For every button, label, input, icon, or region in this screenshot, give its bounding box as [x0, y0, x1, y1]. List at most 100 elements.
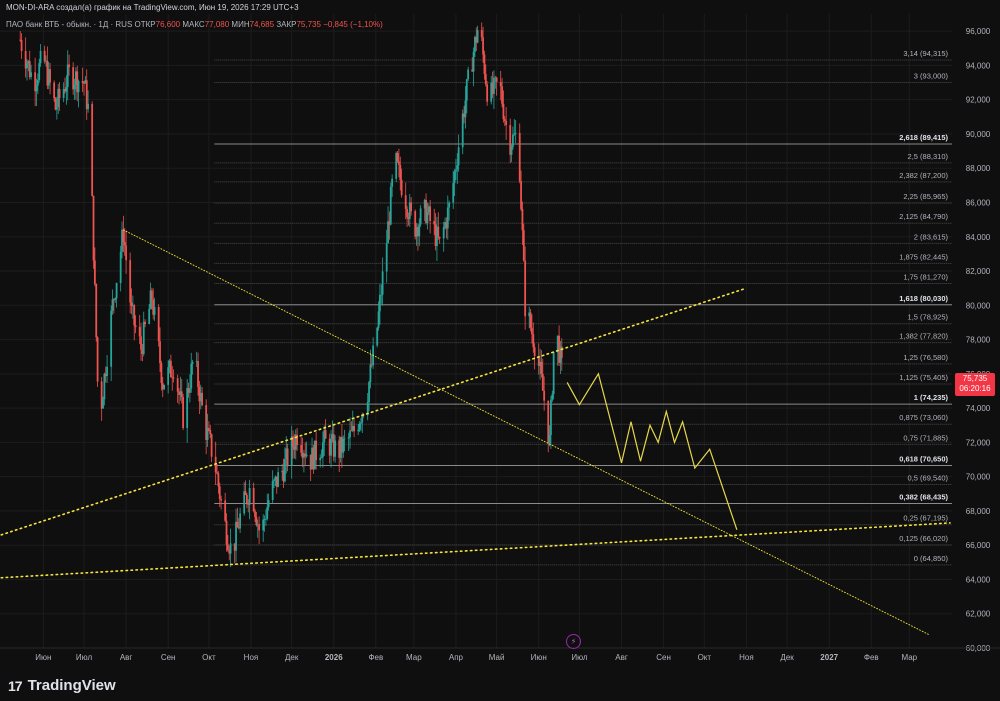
- candle-body: [457, 147, 460, 166]
- candle-body: [239, 513, 242, 529]
- fib-level-label: 0,618 (70,650): [899, 455, 948, 464]
- fib-level-label: 3 (93,000): [914, 72, 949, 81]
- symbol-name[interactable]: ПАО банк ВТБ - обыкн. · 1Д · RUS: [6, 20, 132, 29]
- candle-body: [224, 500, 227, 521]
- candle-body: [322, 442, 324, 457]
- time-tick-label: Июн: [531, 653, 547, 662]
- candle-body: [201, 392, 204, 406]
- candle-body: [220, 499, 223, 501]
- candle-body: [472, 51, 475, 72]
- candle-body: [122, 229, 125, 243]
- candle-body: [406, 208, 408, 218]
- time-tick-label: Мар: [901, 653, 917, 662]
- fib-level-label: 0,75 (71,885): [903, 433, 948, 442]
- time-tick-label: Дек: [780, 653, 794, 662]
- candle-body: [163, 384, 165, 390]
- candle-body: [404, 195, 407, 209]
- tradingview-logo[interactable]: 17 TradingView: [8, 677, 116, 694]
- candle-body: [319, 457, 322, 461]
- candle-body: [385, 243, 388, 272]
- candle-body: [480, 30, 483, 38]
- candle-body: [426, 212, 429, 223]
- candle-body: [465, 79, 468, 101]
- candle-body: [138, 327, 141, 337]
- candle-body: [159, 341, 161, 364]
- candle-body: [39, 50, 42, 64]
- candle-body: [110, 310, 113, 367]
- last-price: 75,735: [962, 374, 988, 383]
- candle-body: [376, 327, 379, 346]
- candle-body: [502, 103, 505, 120]
- candle-body: [532, 334, 535, 348]
- candle-body: [429, 206, 432, 222]
- candle-body: [229, 543, 232, 554]
- events-bolt-icon[interactable]: ⚡: [566, 634, 581, 649]
- time-tick-label: Сен: [161, 653, 176, 662]
- candle-body: [160, 363, 163, 384]
- candle-body: [176, 378, 179, 392]
- candle-body: [169, 360, 172, 378]
- candle-body: [49, 69, 51, 83]
- fib-level-label: 0,382 (68,435): [899, 492, 948, 501]
- fib-level-label: 2 (83,615): [914, 232, 949, 241]
- time-tick-label: Ноя: [739, 653, 754, 662]
- fib-level-label: 2,382 (87,200): [899, 171, 948, 180]
- candle-body: [347, 437, 350, 439]
- candle-body: [134, 325, 137, 328]
- candle-body: [550, 399, 552, 435]
- time-tick-label: Май: [489, 653, 505, 662]
- candle-body: [53, 82, 56, 99]
- price-tick-label: 82,000: [966, 267, 991, 276]
- candle-body: [512, 134, 514, 147]
- candle-body: [167, 367, 170, 385]
- fib-level-label: 0 (64,850): [914, 554, 949, 563]
- price-tick-label: 88,000: [966, 164, 991, 173]
- candle-body: [499, 82, 502, 87]
- candle-body: [93, 260, 96, 284]
- candle-body: [452, 183, 455, 203]
- candle-body: [360, 422, 362, 424]
- candle-body: [180, 391, 183, 398]
- candle-body: [419, 208, 422, 225]
- fib-level-label: 1 (74,235): [914, 393, 949, 402]
- candle-body: [514, 132, 517, 134]
- candle-body: [92, 195, 95, 261]
- candle-body: [377, 311, 380, 328]
- candle-body: [552, 352, 555, 395]
- candle-body: [349, 430, 351, 438]
- candle-body: [486, 84, 489, 102]
- price-tick-label: 78,000: [966, 336, 991, 345]
- candle-body: [264, 518, 267, 520]
- candle-body: [320, 456, 323, 458]
- candle-body: [342, 438, 345, 453]
- candle-body: [396, 153, 399, 162]
- candle-body: [533, 347, 536, 356]
- candle-body: [182, 397, 184, 429]
- fib-level-label: 3,14 (94,315): [903, 49, 948, 58]
- price-chart[interactable]: 0 (64,850) 0,125 (66,020) 0,25 (67,195) 0,3…: [0, 0, 1000, 701]
- candle-body: [286, 448, 289, 466]
- candle-body: [111, 299, 114, 311]
- candle-body: [186, 388, 189, 429]
- candle-body: [81, 81, 84, 83]
- price-tick-label: 70,000: [966, 473, 991, 482]
- fib-level-label: 0,875 (73,060): [899, 413, 948, 422]
- candle-body: [277, 472, 280, 487]
- candle-body: [248, 487, 251, 505]
- fib-level-label: 2,25 (85,965): [903, 192, 948, 201]
- tradingview-wordmark: TradingView: [27, 677, 116, 694]
- candle-body: [91, 103, 94, 196]
- candle-body: [267, 500, 270, 508]
- time-tick-label: Сен: [656, 653, 671, 662]
- candle-body: [520, 181, 522, 210]
- candle-body: [96, 337, 99, 382]
- candle-body: [148, 308, 151, 325]
- bar-countdown: 06:20:16: [959, 384, 991, 393]
- candle-body: [548, 434, 551, 444]
- candle-body: [476, 30, 479, 43]
- fib-level-label: 1,875 (82,445): [899, 252, 948, 261]
- candle-body: [305, 454, 308, 457]
- candle-body: [387, 221, 389, 244]
- fib-level-label: 2,618 (89,415): [899, 133, 948, 142]
- candle-body: [87, 103, 89, 110]
